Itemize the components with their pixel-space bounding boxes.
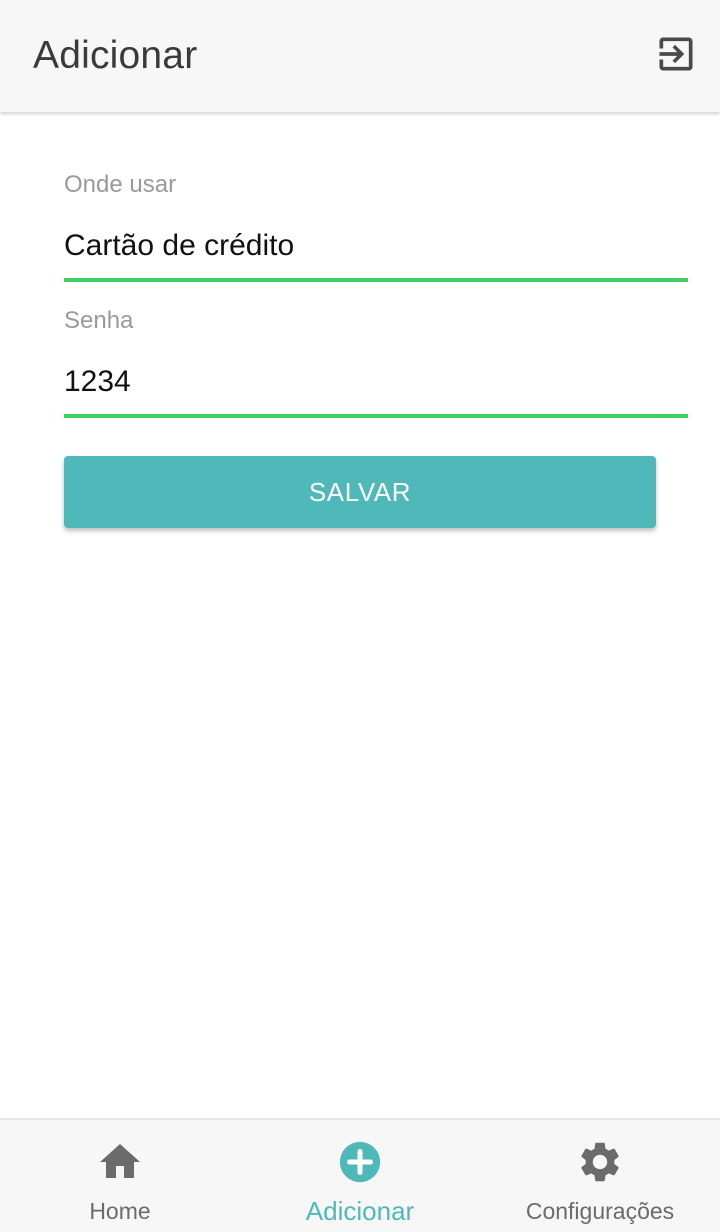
app-root: Adicionar Onde usar Senha SALVAR	[0, 0, 720, 1232]
where-label: Onde usar	[64, 171, 177, 198]
app-header: Adicionar	[0, 0, 720, 112]
save-button[interactable]: SALVAR	[64, 456, 656, 528]
nav-item-settings[interactable]: Configurações	[480, 1120, 720, 1232]
where-field: Onde usar	[64, 170, 688, 282]
gear-icon	[576, 1138, 624, 1186]
home-icon	[96, 1138, 144, 1186]
nav-label-add: Adicionar	[305, 1196, 415, 1226]
nav-item-add[interactable]: Adicionar	[240, 1120, 480, 1232]
logout-button[interactable]	[648, 28, 704, 84]
logout-icon	[654, 32, 698, 81]
page-title: Adicionar	[33, 34, 198, 77]
bottom-navigation: Home Adicionar Configurações	[0, 1118, 720, 1232]
nav-label-home: Home	[89, 1198, 151, 1224]
password-field: Senha	[64, 306, 688, 418]
nav-item-home[interactable]: Home	[0, 1120, 240, 1232]
add-circle-icon	[336, 1138, 384, 1186]
password-input[interactable]	[64, 350, 688, 418]
where-input[interactable]	[64, 214, 688, 282]
nav-label-settings: Configurações	[525, 1198, 675, 1224]
password-label: Senha	[64, 307, 134, 334]
